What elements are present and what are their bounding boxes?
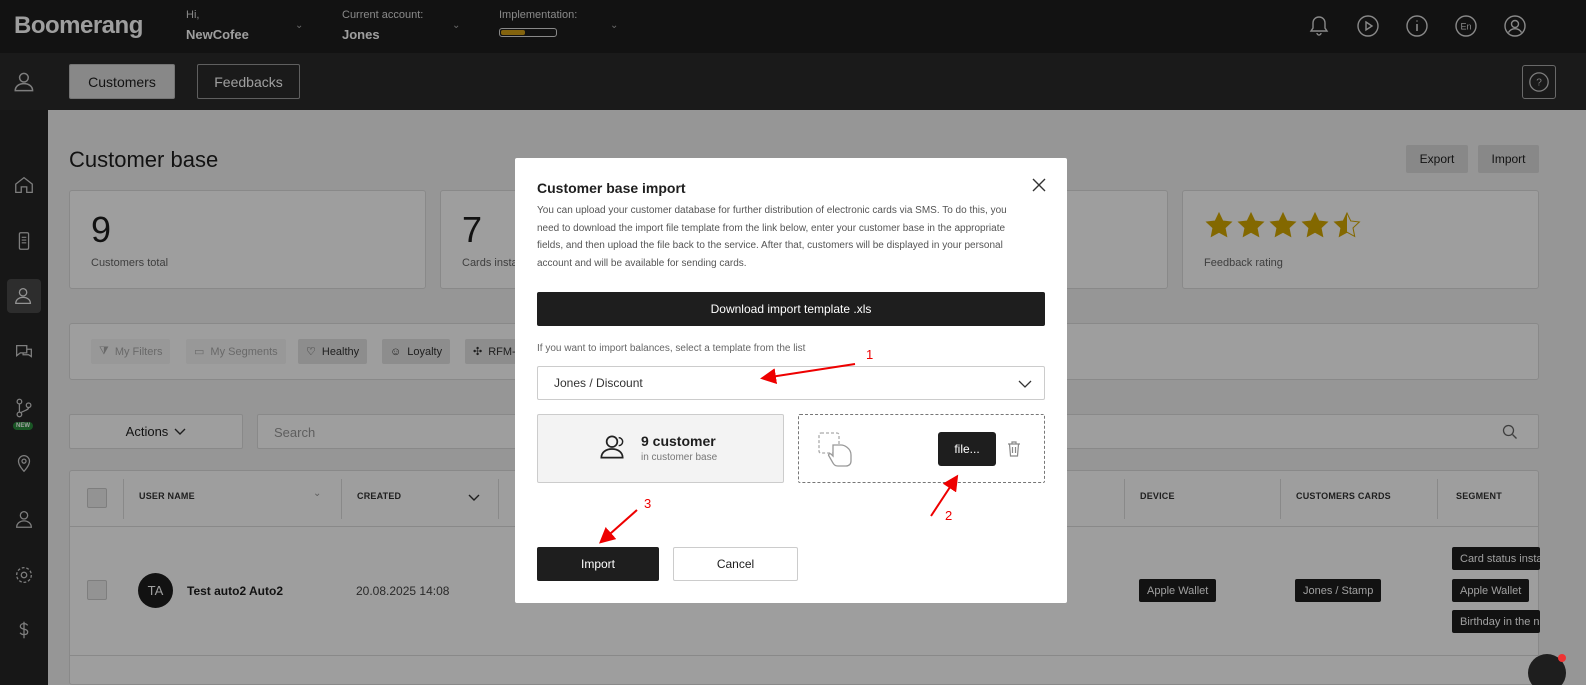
choose-file-button[interactable]: file... <box>938 432 996 466</box>
customer-count-sub: in customer base <box>641 452 718 463</box>
modal-title: Customer base import <box>537 180 686 196</box>
drag-drop-icon <box>818 432 852 467</box>
download-template-button[interactable]: Download import template .xls <box>537 292 1045 326</box>
annotation-label-3: 3 <box>644 496 652 511</box>
template-hint: If you want to import balances, select a… <box>537 343 806 354</box>
cancel-button[interactable]: Cancel <box>673 547 798 581</box>
file-drop-zone[interactable]: file... <box>798 414 1045 483</box>
trash-icon[interactable] <box>1006 440 1022 458</box>
template-select-value: Jones / Discount <box>554 376 643 390</box>
import-modal: Customer base import You can upload your… <box>515 158 1067 603</box>
customer-count-box: 9 customer in customer base <box>537 414 784 483</box>
chat-notification-dot <box>1558 654 1566 662</box>
customers-icon <box>600 435 624 459</box>
template-select[interactable]: Jones / Discount <box>537 366 1045 400</box>
chevron-down-icon <box>1018 380 1032 388</box>
annotation-label-2: 2 <box>945 508 953 523</box>
modal-description: You can upload your customer database fo… <box>537 205 1007 269</box>
customer-count: 9 customer <box>641 433 716 449</box>
annotation-label-1: 1 <box>866 347 874 362</box>
close-icon[interactable] <box>1031 177 1047 193</box>
import-button[interactable]: Import <box>537 547 659 581</box>
